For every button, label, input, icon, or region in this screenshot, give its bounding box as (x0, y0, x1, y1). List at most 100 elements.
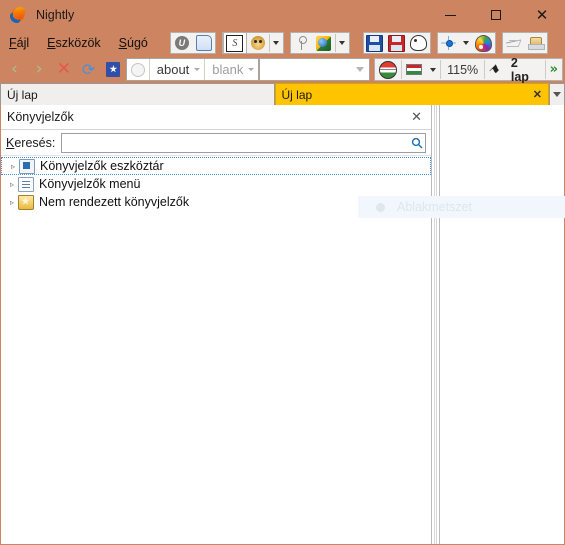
paper-plane-icon (506, 37, 522, 49)
tab-list-button[interactable] (549, 83, 565, 105)
sidebar-splitter[interactable] (431, 105, 440, 544)
chevron-right-icon[interactable]: ▹ (6, 198, 18, 207)
hungary-globe-icon (379, 60, 398, 79)
address-bar[interactable]: about blank (125, 58, 260, 81)
save-blue-button[interactable] (364, 33, 386, 53)
tree-item-bookmarks-menu[interactable]: ▹ Könyvjelzők menü (1, 175, 431, 193)
globe-page-icon (316, 35, 332, 51)
sidebar-title: Könyvjelzők (7, 110, 74, 124)
chevron-right-icon: › (35, 59, 43, 79)
chevron-left-icon: ‹ (10, 59, 18, 79)
monkey-button[interactable] (247, 33, 269, 53)
sidebar-search-row: Keresés: (1, 130, 431, 156)
chevron-down-icon (194, 68, 201, 71)
tab-count-indicator[interactable]: 2 lap (504, 56, 545, 84)
reload-icon: ⟳ (81, 59, 96, 79)
bookmarks-menu-folder-icon (18, 176, 34, 192)
bookmarks-toolbar-folder-icon (19, 158, 35, 174)
letter-s-icon: S (226, 34, 244, 52)
menu-tools[interactable]: Eszközök (38, 30, 110, 56)
url-segment-scheme-text: about (156, 62, 190, 77)
reload-button[interactable]: ⟳ (76, 57, 101, 82)
stamp-button[interactable] (525, 33, 547, 53)
close-button[interactable]: ✕ (519, 0, 565, 30)
close-x-icon: ✕ (56, 59, 71, 79)
toolbar-group-save (362, 32, 431, 54)
url-segment-scheme[interactable]: about (148, 59, 205, 80)
toolbar-overflow-button[interactable]: » (546, 59, 562, 80)
toolbar-group-tools (436, 32, 496, 54)
bookmarks-tree[interactable]: ▹ Könyvjelzők eszköztár ▹ Könyvjelzők me… (1, 156, 431, 544)
globe-dropdown[interactable] (336, 33, 349, 53)
tab-uj-lap-1[interactable]: Új lap (0, 83, 275, 105)
scroll-icon (195, 35, 212, 51)
tab-uj-lap-2[interactable]: Új lap ✕ (274, 83, 549, 105)
browser-window: Nightly ✕ Fájl Eszközök Súgó U S ‹ › ✕ ⟳… (0, 0, 565, 545)
magnifier-icon[interactable] (409, 137, 425, 149)
sidebar-close-button[interactable]: ✕ (408, 110, 425, 125)
maximize-button[interactable] (473, 0, 519, 30)
chevron-right-icon[interactable]: ▹ (7, 162, 19, 171)
stylish-button[interactable]: S (222, 32, 247, 54)
maximize-icon (491, 10, 501, 20)
zoom-level-indicator[interactable]: 115% (441, 63, 484, 77)
tree-item-unsorted-bookmarks[interactable]: ▹ Nem rendezett könyvjelzők (1, 193, 431, 211)
tree-item-label: Könyvjelzők eszköztár (40, 159, 164, 173)
navigation-toolbar: ‹ › ✕ ⟳ about blank 115% ⚑ 2 lap » (0, 56, 565, 84)
monkey-dropdown[interactable] (270, 33, 283, 53)
translate-button[interactable] (375, 59, 401, 80)
toolbar-group-keys (289, 32, 350, 54)
node-graph-icon (441, 36, 457, 50)
save-red-button[interactable] (386, 33, 408, 53)
tab-label: Új lap (281, 87, 313, 102)
pin-button[interactable]: ⚑ (485, 59, 504, 80)
chevron-down-icon (273, 41, 280, 45)
language-button[interactable] (402, 59, 426, 80)
chevron-down-icon (248, 68, 255, 71)
menu-file[interactable]: Fájl (0, 30, 38, 56)
palette-outline-icon (410, 35, 428, 51)
devtools-button[interactable] (438, 33, 460, 53)
pin-icon: ⚑ (485, 60, 504, 79)
tree-item-bookmarks-toolbar[interactable]: ▹ Könyvjelzők eszköztár (1, 157, 431, 175)
tab-bar: Új lap Új lap ✕ (0, 83, 565, 105)
back-button[interactable]: ‹ (2, 57, 27, 82)
toolbar-group-stylish: S (221, 32, 284, 54)
hungary-flag-icon (406, 64, 423, 75)
scriptish-button[interactable] (193, 33, 215, 53)
send-page-button[interactable] (503, 33, 525, 53)
tree-item-label: Nem rendezett könyvjelzők (39, 195, 190, 209)
tree-item-label: Könyvjelzők menü (39, 177, 141, 191)
chevron-down-icon (553, 92, 561, 97)
monkey-face-icon (250, 36, 265, 50)
chevron-right-icon[interactable]: ▹ (6, 180, 18, 189)
toolbar-group-send (501, 32, 548, 54)
greasemonkey-button[interactable]: U (171, 33, 193, 53)
search-input[interactable] (62, 134, 409, 151)
stop-button[interactable]: ✕ (52, 57, 77, 82)
language-dropdown[interactable] (426, 59, 440, 80)
menu-help[interactable]: Súgó (110, 30, 157, 56)
double-chevron-right-icon: » (549, 62, 559, 77)
globe-page-button[interactable] (313, 33, 335, 53)
sidebar-header: Könyvjelzők ✕ (1, 105, 431, 130)
bookmarks-sidebar-button[interactable] (101, 57, 126, 82)
window-controls: ✕ (427, 0, 565, 30)
tab-close-button[interactable]: ✕ (527, 88, 542, 101)
stamp-icon (528, 36, 546, 51)
page-viewport[interactable] (440, 105, 564, 544)
rainbow-palette-icon (475, 34, 493, 52)
search-input-wrapper[interactable] (61, 132, 426, 153)
forward-button[interactable]: › (27, 57, 52, 82)
colorpicker-button[interactable] (473, 33, 495, 53)
nav-right-tools: 115% ⚑ 2 lap » (374, 56, 564, 84)
devtools-dropdown[interactable] (460, 33, 473, 53)
search-bar[interactable] (259, 58, 371, 81)
minimize-button[interactable] (427, 0, 473, 30)
key-button[interactable] (291, 33, 313, 53)
circle-u-icon: U (174, 36, 189, 50)
url-segment-path[interactable]: blank (204, 59, 258, 80)
palette-mono-button[interactable] (408, 33, 430, 53)
tab-label: Új lap (7, 87, 38, 102)
content-area: Könyvjelzők ✕ Keresés: ▹ Könyvjelzők esz… (0, 105, 565, 545)
